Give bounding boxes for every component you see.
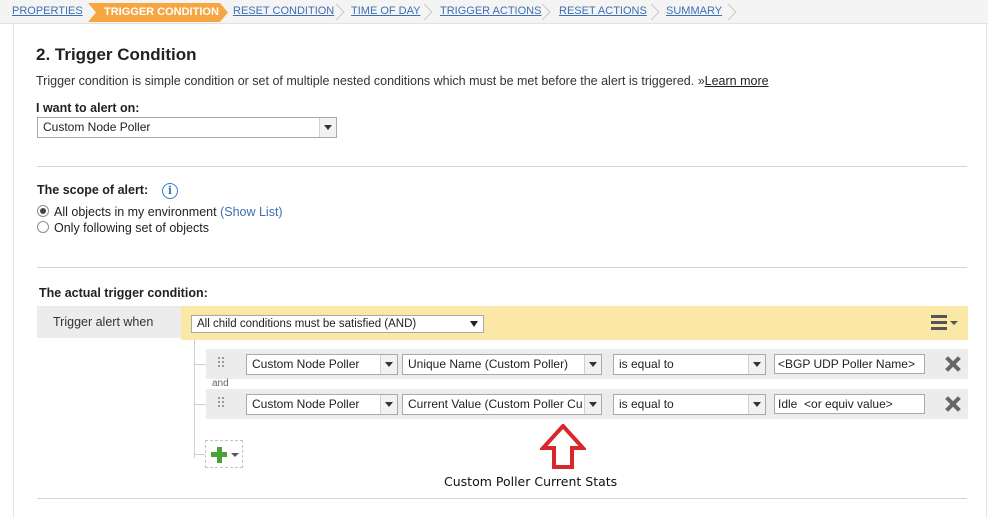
condition-operator-value: is equal to [619,357,674,371]
chevron-right-icon [335,4,345,20]
trigger-condition-label: The actual trigger condition: [39,286,208,300]
chevron-down-icon [319,118,336,137]
delete-condition-icon[interactable] [945,396,961,412]
step-trigger-actions[interactable]: TRIGGER ACTIONS [440,5,541,17]
condition-object-select[interactable]: Custom Node Poller [246,394,398,415]
step-properties[interactable]: PROPERTIES [12,5,83,17]
chevron-down-icon [380,395,397,414]
chevron-right-icon [423,4,433,20]
hamburger-icon [931,327,947,330]
condition-field-value: Current Value (Custom Poller Current Sta… [408,397,583,411]
step-trigger-condition[interactable]: TRIGGER CONDITION [88,3,228,22]
chevron-right-icon [541,4,551,20]
condition-object-select[interactable]: Custom Node Poller [246,354,398,375]
chevron-down-icon [584,355,601,374]
group-logic-value: All child conditions must be satisfied (… [197,318,417,330]
condition-operator-value: is equal to [619,397,674,411]
and-label: and [212,378,229,389]
step-summary[interactable]: SUMMARY [666,5,722,17]
condition-object-value: Custom Node Poller [252,357,360,371]
condition-field-select[interactable]: Unique Name (Custom Poller) [402,354,602,375]
condition-object-value: Custom Node Poller [252,397,360,411]
group-menu-button[interactable] [928,313,962,333]
chevron-down-icon [231,453,239,457]
description-text: Trigger condition is simple condition or… [36,74,695,88]
chevron-right-icon [650,4,660,20]
wizard-steps: PROPERTIES TRIGGER CONDITION RESET CONDI… [0,0,988,24]
chevron-down-icon [950,321,958,325]
scope-all-text: All objects in my environment [54,205,217,219]
step-reset-condition[interactable]: RESET CONDITION [233,5,334,17]
learn-more-link[interactable]: Learn more [705,74,769,88]
content-panel [13,24,987,518]
chevron-down-icon [380,355,397,374]
condition-operator-select[interactable]: is equal to [613,394,766,415]
scope-all-radio[interactable] [37,205,49,217]
scope-following-radio[interactable] [37,221,49,233]
condition-operator-select[interactable]: is equal to [613,354,766,375]
condition-field-value: Unique Name (Custom Poller) [408,357,569,371]
page-title: 2. Trigger Condition [36,45,197,64]
annotation-label: Custom Poller Current Stats [444,474,618,489]
learn-more-prefix: » [697,74,705,88]
delete-condition-icon[interactable] [945,356,961,372]
hamburger-icon [931,321,947,324]
trigger-when-label: Trigger alert when [37,306,181,338]
alert-on-label: I want to alert on: [36,101,140,115]
scope-label: The scope of alert: [37,183,149,197]
up-arrow-icon [540,424,586,469]
scope-following-label: Only following set of objects [54,221,209,235]
chevron-down-icon [748,355,765,374]
chevron-right-icon [727,4,737,20]
divider [37,267,967,268]
chevron-down-icon [748,395,765,414]
plus-icon [216,446,222,463]
tree-branch [194,404,206,405]
chevron-down-icon [584,395,601,414]
scope-all-label: All objects in my environment (Show List… [54,205,283,219]
show-list-link[interactable]: (Show List) [220,205,283,219]
alert-on-value: Custom Node Poller [43,120,151,134]
divider [37,166,967,167]
step-reset-actions[interactable]: RESET ACTIONS [559,5,647,17]
alert-on-select[interactable]: Custom Node Poller [37,117,337,138]
tree-branch [194,364,206,365]
divider [37,498,967,499]
drag-handle-icon[interactable] [218,357,226,371]
condition-field-select[interactable]: Current Value (Custom Poller Current Sta… [402,394,602,415]
tree-line [194,340,195,458]
section-description: Trigger condition is simple condition or… [36,74,769,88]
drag-handle-icon[interactable] [218,397,226,411]
chevron-down-icon [470,321,478,327]
condition-value-input[interactable]: <BGP UDP Poller Name> [774,354,925,374]
step-time-of-day[interactable]: TIME OF DAY [351,5,420,17]
hamburger-icon [931,315,947,318]
group-logic-select[interactable]: All child conditions must be satisfied (… [191,315,484,333]
add-condition-button[interactable] [205,440,243,468]
info-icon[interactable]: i [162,183,178,199]
condition-value-input[interactable]: Idle <or equiv value> [774,394,925,414]
